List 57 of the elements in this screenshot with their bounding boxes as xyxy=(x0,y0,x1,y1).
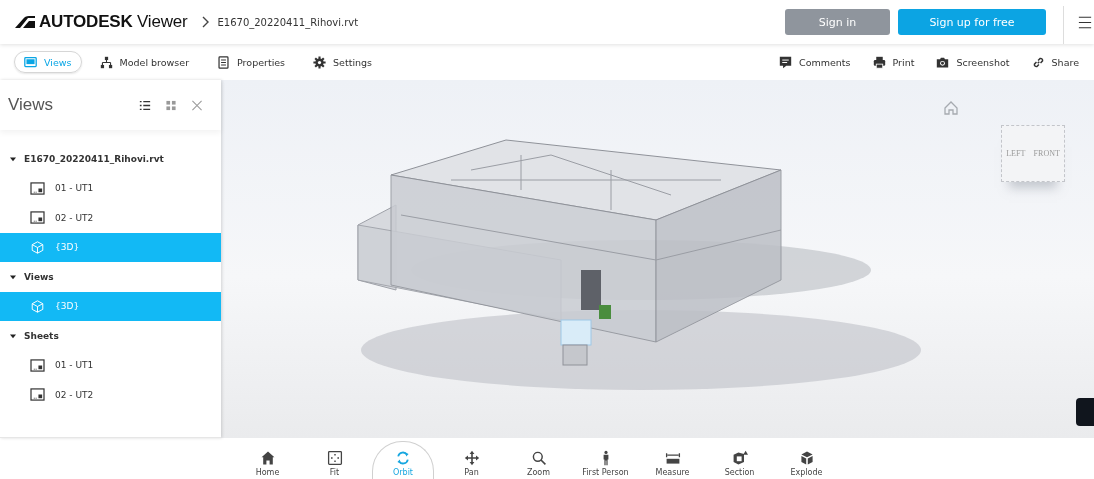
cube-icon xyxy=(30,240,45,254)
tool-button[interactable]: Fit xyxy=(301,441,368,479)
grid-view-icon[interactable] xyxy=(165,99,177,111)
ruler-icon xyxy=(664,450,681,466)
tree-item[interactable]: 01 - UT1 xyxy=(0,173,221,203)
caret-icon xyxy=(10,155,16,162)
app-logo: AUTODESK Viewer xyxy=(39,12,188,32)
panel-tab[interactable]: Model browser xyxy=(89,51,200,73)
toolbar-button[interactable]: Print xyxy=(867,51,920,73)
tool-button[interactable]: Measure xyxy=(639,441,706,479)
sheet-icon xyxy=(30,181,45,195)
tool-button[interactable]: Pan xyxy=(438,441,505,479)
document-icon xyxy=(217,55,231,69)
home-icon[interactable] xyxy=(943,100,959,116)
section-icon xyxy=(731,450,748,466)
tool-button[interactable]: Zoom xyxy=(505,441,572,479)
sheet-icon xyxy=(30,211,45,225)
sheet-icon xyxy=(30,358,45,372)
list-view-icon[interactable] xyxy=(139,99,151,111)
tree-item[interactable]: 02 - UT2 xyxy=(0,380,221,410)
orbit-icon xyxy=(395,450,411,466)
panel-title: Views xyxy=(8,95,54,115)
settings-icon xyxy=(313,55,327,69)
home-icon xyxy=(259,450,276,466)
tree-item[interactable]: E1670_20220411_Rihovi.rvt xyxy=(0,144,221,174)
caret-icon xyxy=(10,332,16,339)
camera-icon xyxy=(936,55,950,69)
hierarchy-icon xyxy=(99,55,113,69)
cube-icon xyxy=(30,299,45,313)
toolbar-button[interactable]: Screenshot xyxy=(931,51,1015,73)
monitor-icon xyxy=(24,55,37,69)
file-name: E1670_20220411_Rihovi.rvt xyxy=(217,16,359,28)
tool-button[interactable]: First Person xyxy=(572,441,639,479)
tree-item[interactable]: 01 - UT1 xyxy=(0,350,221,380)
chevron-right-icon xyxy=(201,16,210,28)
menu-icon[interactable] xyxy=(1078,15,1092,29)
comment-icon xyxy=(779,55,793,69)
link-icon xyxy=(1031,55,1045,69)
toolbar-button[interactable]: Comments xyxy=(774,51,856,73)
panel-tab[interactable]: Properties xyxy=(207,51,296,73)
sheet-icon xyxy=(30,388,45,402)
logo-icon xyxy=(15,16,35,28)
printer-icon xyxy=(872,55,886,69)
caret-icon xyxy=(10,273,16,280)
tool-button[interactable]: Home xyxy=(234,441,301,479)
close-icon[interactable] xyxy=(191,99,203,111)
tool-button[interactable]: Explode xyxy=(773,441,840,479)
cube-icon xyxy=(798,450,815,466)
pan-icon xyxy=(463,450,480,466)
tree-item[interactable]: 02 - UT2 xyxy=(0,203,221,233)
fit-icon xyxy=(326,450,343,466)
tree-item[interactable]: Views xyxy=(0,262,221,292)
zoom-icon xyxy=(530,450,547,466)
toolbar-button[interactable]: Share xyxy=(1026,51,1084,73)
tool-button[interactable]: Section xyxy=(706,441,773,479)
tree-item[interactable]: Sheets xyxy=(0,321,221,351)
panel-tab[interactable]: Settings xyxy=(303,51,383,73)
